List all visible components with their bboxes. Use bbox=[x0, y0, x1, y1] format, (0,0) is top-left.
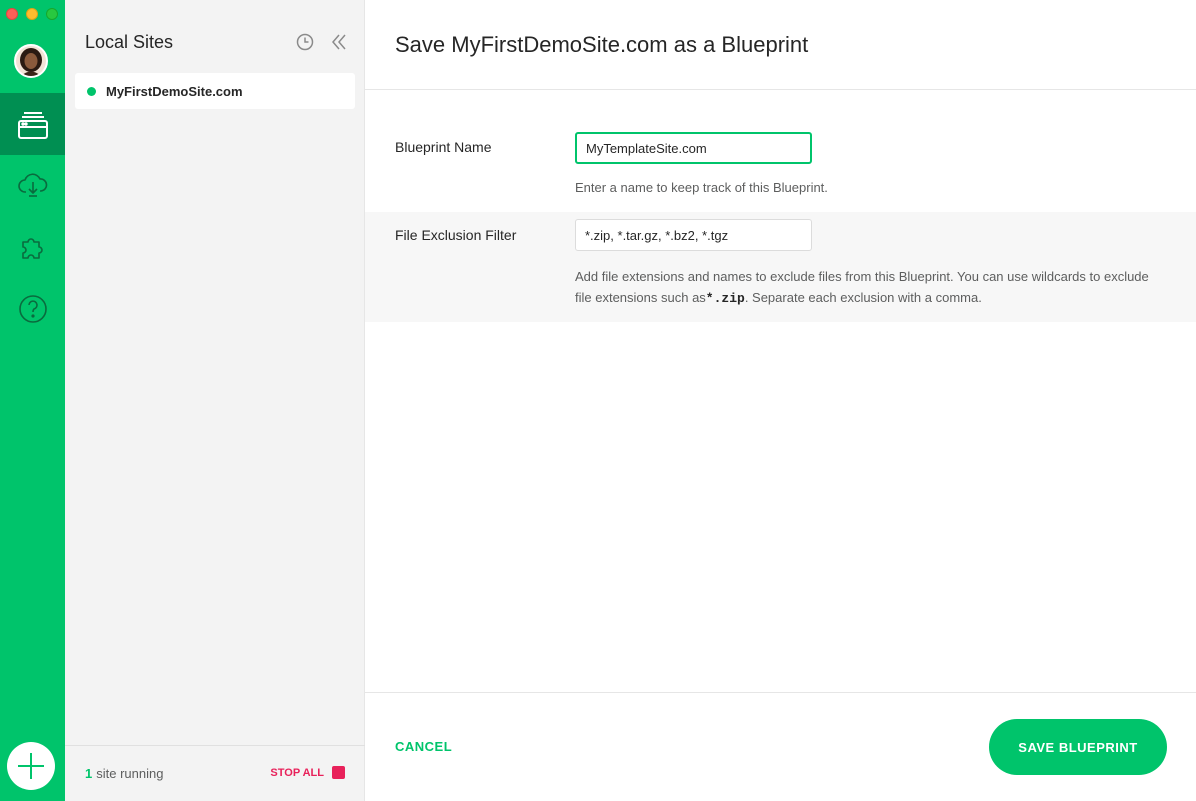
history-button[interactable] bbox=[295, 32, 315, 57]
site-name: MyFirstDemoSite.com bbox=[106, 83, 243, 99]
file-exclusion-help-code: *.zip bbox=[705, 291, 745, 306]
sites-panel-title: Local Sites bbox=[85, 32, 174, 52]
stop-icon bbox=[332, 766, 345, 779]
cancel-button[interactable]: CANCEL bbox=[395, 739, 452, 754]
window-controls bbox=[6, 8, 58, 20]
clock-icon bbox=[296, 33, 314, 51]
file-exclusion-label: File Exclusion Filter bbox=[395, 227, 517, 243]
sites-nav-button[interactable] bbox=[0, 93, 65, 155]
addons-nav-button[interactable] bbox=[0, 216, 65, 278]
main-header: Save MyFirstDemoSite.com as a Blueprint bbox=[365, 0, 1196, 90]
file-exclusion-help-tail: . Separate each exclusion with a comma. bbox=[744, 290, 982, 305]
sites-panel: Local Sites MyFirstDemoSite.com 1 site r… bbox=[65, 0, 365, 801]
main-footer: CANCEL SAVE BLUEPRINT bbox=[365, 692, 1196, 801]
running-count: 1 bbox=[85, 766, 93, 781]
collapse-icon bbox=[332, 34, 346, 50]
stop-all-label: STOP ALL bbox=[270, 766, 324, 779]
main-panel: Save MyFirstDemoSite.com as a Blueprint … bbox=[365, 0, 1196, 801]
cloud-icon bbox=[17, 173, 47, 197]
cloud-nav-button[interactable] bbox=[0, 155, 65, 217]
window-minimize-button[interactable] bbox=[26, 8, 38, 20]
running-label: site running bbox=[96, 766, 164, 781]
window-maximize-button[interactable] bbox=[46, 8, 58, 20]
app-rail bbox=[0, 0, 65, 801]
blueprint-name-help: Enter a name to keep track of this Bluep… bbox=[575, 180, 828, 195]
avatar[interactable] bbox=[14, 44, 48, 78]
file-exclusion-row: File Exclusion Filter Add file extension… bbox=[365, 212, 1196, 322]
sites-icon bbox=[17, 112, 48, 139]
file-exclusion-input[interactable] bbox=[575, 219, 812, 251]
addons-icon bbox=[21, 238, 43, 259]
sites-footer: 1 site running STOP ALL bbox=[65, 745, 365, 801]
site-status-dot bbox=[87, 86, 96, 96]
blueprint-name-row: Blueprint Name Enter a name to keep trac… bbox=[365, 110, 1196, 212]
blueprint-name-input[interactable] bbox=[575, 132, 812, 164]
help-nav-button[interactable] bbox=[0, 278, 65, 340]
page-title: Save MyFirstDemoSite.com as a Blueprint bbox=[395, 32, 809, 57]
plus-icon bbox=[18, 753, 44, 779]
save-blueprint-button[interactable]: SAVE BLUEPRINT bbox=[989, 719, 1167, 775]
blueprint-name-label: Blueprint Name bbox=[395, 139, 492, 155]
help-icon bbox=[18, 295, 47, 323]
site-list-item[interactable]: MyFirstDemoSite.com bbox=[75, 73, 355, 109]
add-site-button[interactable] bbox=[7, 742, 55, 790]
file-exclusion-help: Add file extensions and names to exclude… bbox=[575, 266, 1165, 309]
stop-all-button[interactable]: STOP ALL bbox=[270, 766, 345, 779]
collapse-sidebar-button[interactable] bbox=[329, 32, 349, 57]
window-close-button[interactable] bbox=[6, 8, 18, 20]
